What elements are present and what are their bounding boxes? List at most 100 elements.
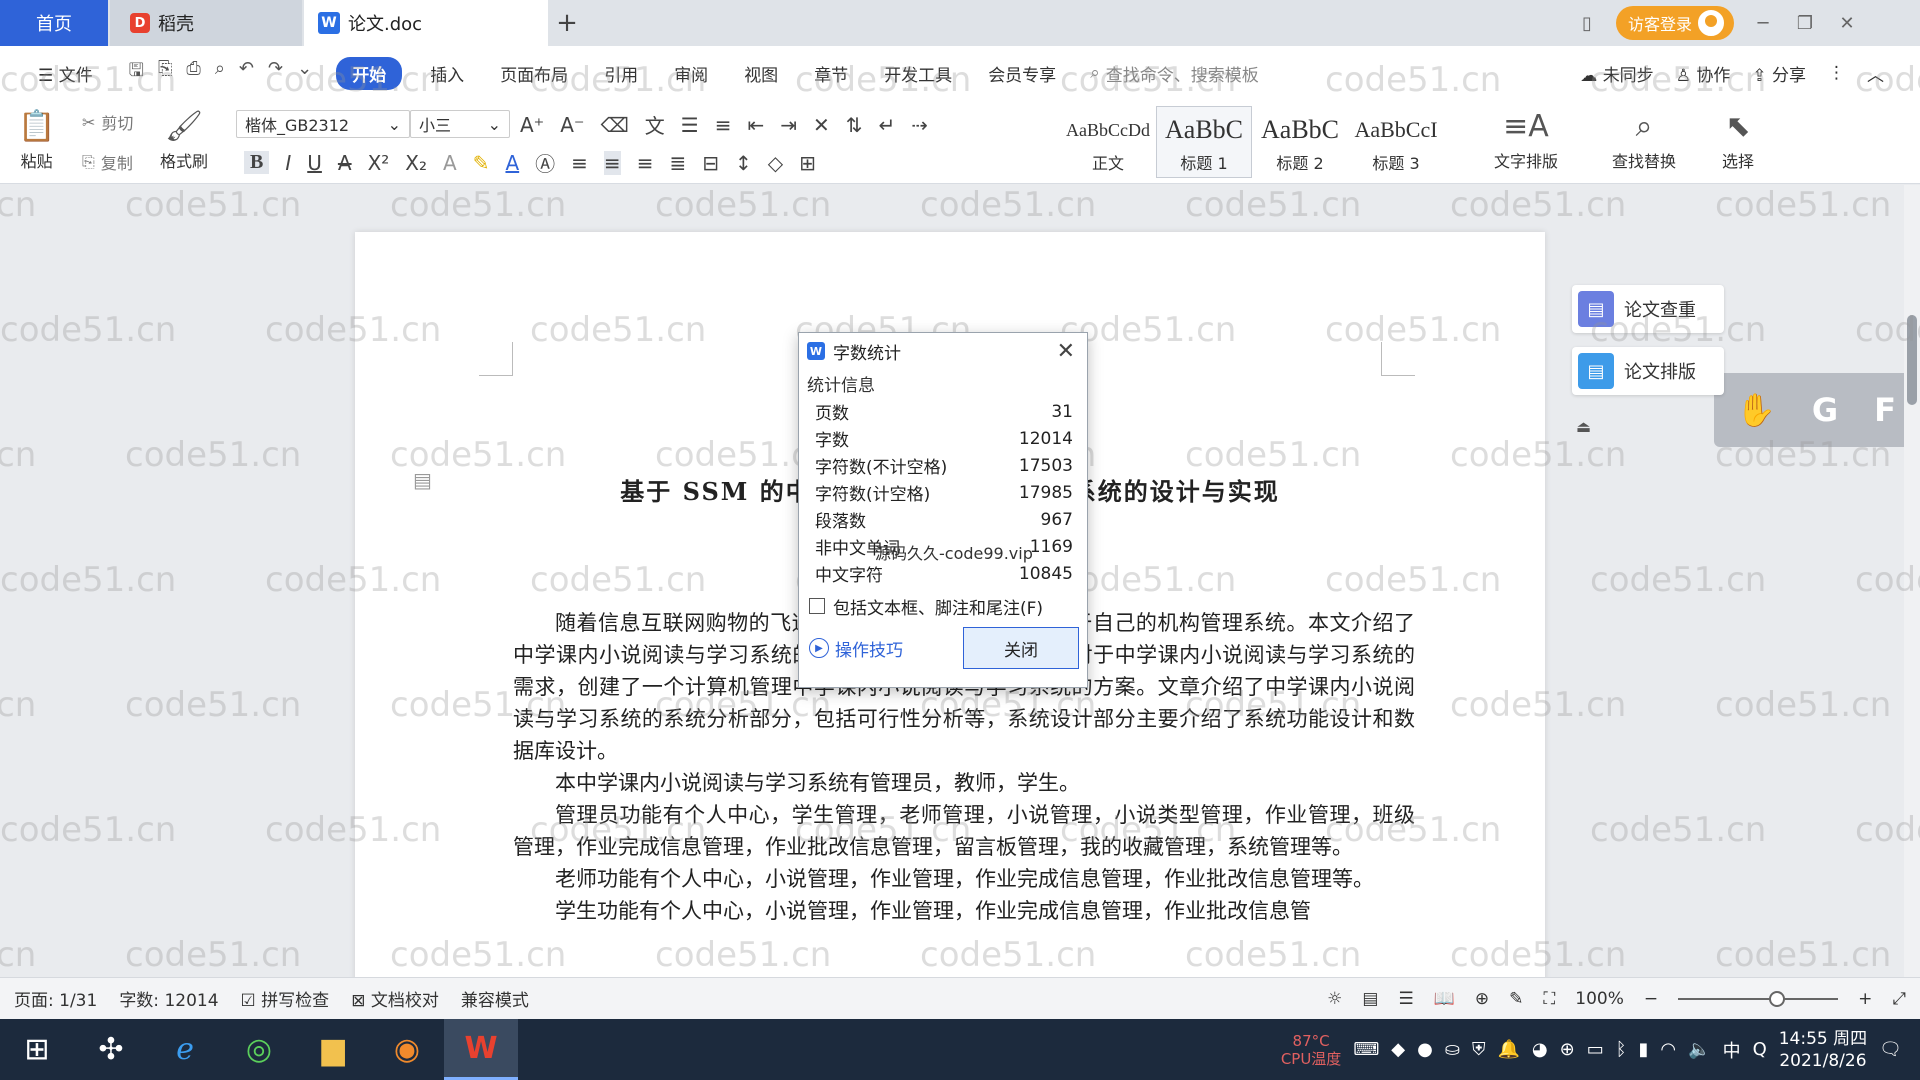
font-name-select[interactable]: 楷体_GB2312 ⌄ — [236, 110, 410, 138]
print-icon[interactable]: ⎙ — [186, 58, 200, 88]
page-view-icon[interactable]: ▤ — [1362, 989, 1378, 1009]
shading-icon[interactable]: ◇ — [768, 151, 783, 175]
taskbar-app-browser[interactable]: ◎ — [222, 1019, 296, 1080]
more-icon[interactable]: ⋮ — [1828, 63, 1845, 83]
dropdown-icon[interactable]: ⌄ — [297, 58, 312, 88]
taskbar-app-pinwheel[interactable]: ✣ — [74, 1019, 148, 1080]
underline-icon[interactable]: U — [307, 151, 322, 175]
char-border-icon[interactable]: Ⓐ — [535, 148, 555, 177]
highlight-icon[interactable]: ✎ — [473, 151, 490, 175]
bold-icon[interactable]: B — [244, 151, 270, 174]
tab-home[interactable]: 首页 — [0, 0, 108, 46]
superscript-icon[interactable]: X² — [368, 151, 390, 175]
style-heading-3[interactable]: AaBbCcI 标题 3 — [1348, 106, 1444, 178]
style-heading-1[interactable]: AaBbC 标题 1 — [1156, 106, 1252, 178]
clock[interactable]: 14:55 周四 2021/8/26 — [1779, 1028, 1867, 1072]
font-color-icon[interactable]: A — [505, 151, 519, 175]
zoom-level[interactable]: 100% — [1575, 989, 1624, 1009]
format-painter-button[interactable]: 🖌 格式刷 — [160, 106, 208, 172]
read-view-icon[interactable]: 📖 — [1434, 989, 1455, 1009]
doc-proof-button[interactable]: ⊠ 文档校对 — [351, 986, 439, 1011]
paper-check-button[interactable]: ▤ 论文查重 — [1572, 285, 1724, 333]
export-icon[interactable]: ⎘ — [158, 58, 172, 88]
grow-font-icon[interactable]: A⁺ — [520, 113, 544, 137]
menu-view[interactable]: 视图 — [726, 61, 796, 86]
save-icon[interactable]: 🖫 — [129, 58, 144, 88]
floating-toolbar[interactable]: ✋ G F — [1714, 373, 1920, 447]
strikethrough-icon[interactable]: A — [338, 151, 352, 175]
menu-chapter[interactable]: 章节 — [796, 61, 866, 86]
display-icon[interactable]: ▭ — [1587, 1039, 1604, 1060]
spell-check-button[interactable]: ☑ 拼写检查 — [241, 986, 330, 1011]
menu-developer[interactable]: 开发工具 — [866, 61, 970, 86]
borders-icon[interactable]: ⊞ — [799, 151, 816, 175]
increase-indent-icon[interactable]: ⇥ — [780, 113, 797, 137]
align-center-icon[interactable]: ≡ — [603, 150, 621, 175]
fit-page-icon[interactable]: ⛶ — [1543, 989, 1555, 1009]
qq-icon[interactable]: ◕ — [1532, 1039, 1548, 1060]
menu-insert[interactable]: 插入 — [412, 61, 482, 86]
tab-document[interactable]: W 论文.doc — [304, 0, 548, 46]
undo-icon[interactable]: ↶ — [239, 58, 254, 88]
justify-icon[interactable]: ≣ — [669, 151, 686, 175]
share-button[interactable]: ⇪ 分享 — [1752, 61, 1806, 86]
shrink-font-icon[interactable]: A⁻ — [560, 113, 584, 137]
record-icon[interactable]: ● — [1417, 1039, 1433, 1060]
bullets-icon[interactable]: ☰ — [681, 113, 699, 137]
text-effect-icon[interactable]: A — [443, 151, 457, 175]
taskbar-app-wps[interactable]: W — [444, 1019, 518, 1080]
close-window-icon[interactable]: ✕ — [1834, 13, 1860, 34]
menu-home[interactable]: 开始 — [336, 56, 403, 90]
clear-format-icon[interactable]: ⌫ — [601, 113, 629, 137]
distribute-icon[interactable]: ⊟ — [702, 151, 719, 175]
web-view-icon[interactable]: ⊕ — [1475, 989, 1489, 1009]
bluetooth-icon[interactable]: ᛒ — [1616, 1039, 1627, 1060]
font-size-select[interactable]: 小三 ⌄ — [410, 110, 510, 138]
battery-icon[interactable]: ▮ — [1639, 1039, 1649, 1060]
menu-member[interactable]: 会员专享 — [970, 61, 1074, 86]
italic-icon[interactable]: I — [285, 151, 291, 175]
word-count-indicator[interactable]: 字数: 12014 — [119, 986, 218, 1011]
panel-collapse-icon[interactable]: ⏏ — [1576, 417, 1591, 436]
menu-page-layout[interactable]: 页面布局 — [482, 61, 586, 86]
write-mode-icon[interactable]: ✎ — [1509, 989, 1523, 1009]
subscript-icon[interactable]: X₂ — [405, 151, 427, 175]
copy-button[interactable]: ⎘ 复制 — [82, 150, 133, 174]
page-indicator[interactable]: 页面: 1/31 — [14, 986, 97, 1011]
minimize-icon[interactable]: ─ — [1750, 13, 1776, 34]
menu-file[interactable]: ☰ 文件 — [20, 61, 111, 86]
add-icon[interactable]: ⊕ — [1560, 1039, 1575, 1060]
collab-button[interactable]: ♙ 协作 — [1676, 61, 1731, 86]
eye-protect-icon[interactable]: ☼ — [1327, 989, 1342, 1009]
line-spacing-icon[interactable]: ↕ — [735, 151, 752, 175]
ime-indicator[interactable]: 中 — [1723, 1037, 1741, 1063]
volume-icon[interactable]: 🔈 — [1688, 1039, 1710, 1060]
align-left-icon[interactable]: ≡ — [571, 151, 588, 175]
bell-icon[interactable]: 🔔 — [1497, 1039, 1519, 1060]
show-marks-icon[interactable]: ↵ — [879, 113, 896, 137]
select-button[interactable]: ⬉ 选择 — [1722, 106, 1754, 172]
sort-icon[interactable]: ⇅ — [846, 113, 863, 137]
new-tab-button[interactable]: + — [552, 0, 582, 46]
chinese-layout-icon[interactable]: ✕ — [813, 113, 830, 137]
command-search[interactable]: ⌕ 查找命令、搜索模板 — [1090, 61, 1259, 86]
numbering-icon[interactable]: ≡ — [715, 113, 732, 137]
layout-toggle-icon[interactable]: ▯ — [1574, 13, 1600, 34]
paste-button[interactable]: 📋 粘贴 — [18, 106, 55, 172]
app-tray-icon[interactable]: ◆ — [1391, 1039, 1405, 1060]
tips-link[interactable]: ▶ 操作技巧 — [809, 636, 903, 661]
start-button[interactable]: ⊞ — [0, 1019, 74, 1080]
text-layout-button[interactable]: ≡A 文字排版 — [1494, 106, 1558, 172]
scrollbar-thumb[interactable] — [1907, 315, 1917, 405]
taskbar-app-game[interactable]: ◉ — [370, 1019, 444, 1080]
menu-review[interactable]: 审阅 — [656, 61, 726, 86]
style-body[interactable]: AaBbCcDd 正文 — [1060, 106, 1156, 178]
align-right-icon[interactable]: ≡ — [637, 151, 654, 175]
notification-icon[interactable]: 🗨 — [1879, 1039, 1902, 1060]
include-textbox-checkbox[interactable]: 包括文本框、脚注和尾注(F) — [799, 591, 1087, 621]
tab-daoke[interactable]: D 稻壳 — [110, 0, 302, 46]
collapse-ribbon-icon[interactable]: ︿ — [1867, 61, 1884, 86]
menu-references[interactable]: 引用 — [586, 61, 656, 86]
decrease-indent-icon[interactable]: ⇤ — [747, 113, 764, 137]
search-tray-icon[interactable]: Q — [1753, 1039, 1767, 1060]
